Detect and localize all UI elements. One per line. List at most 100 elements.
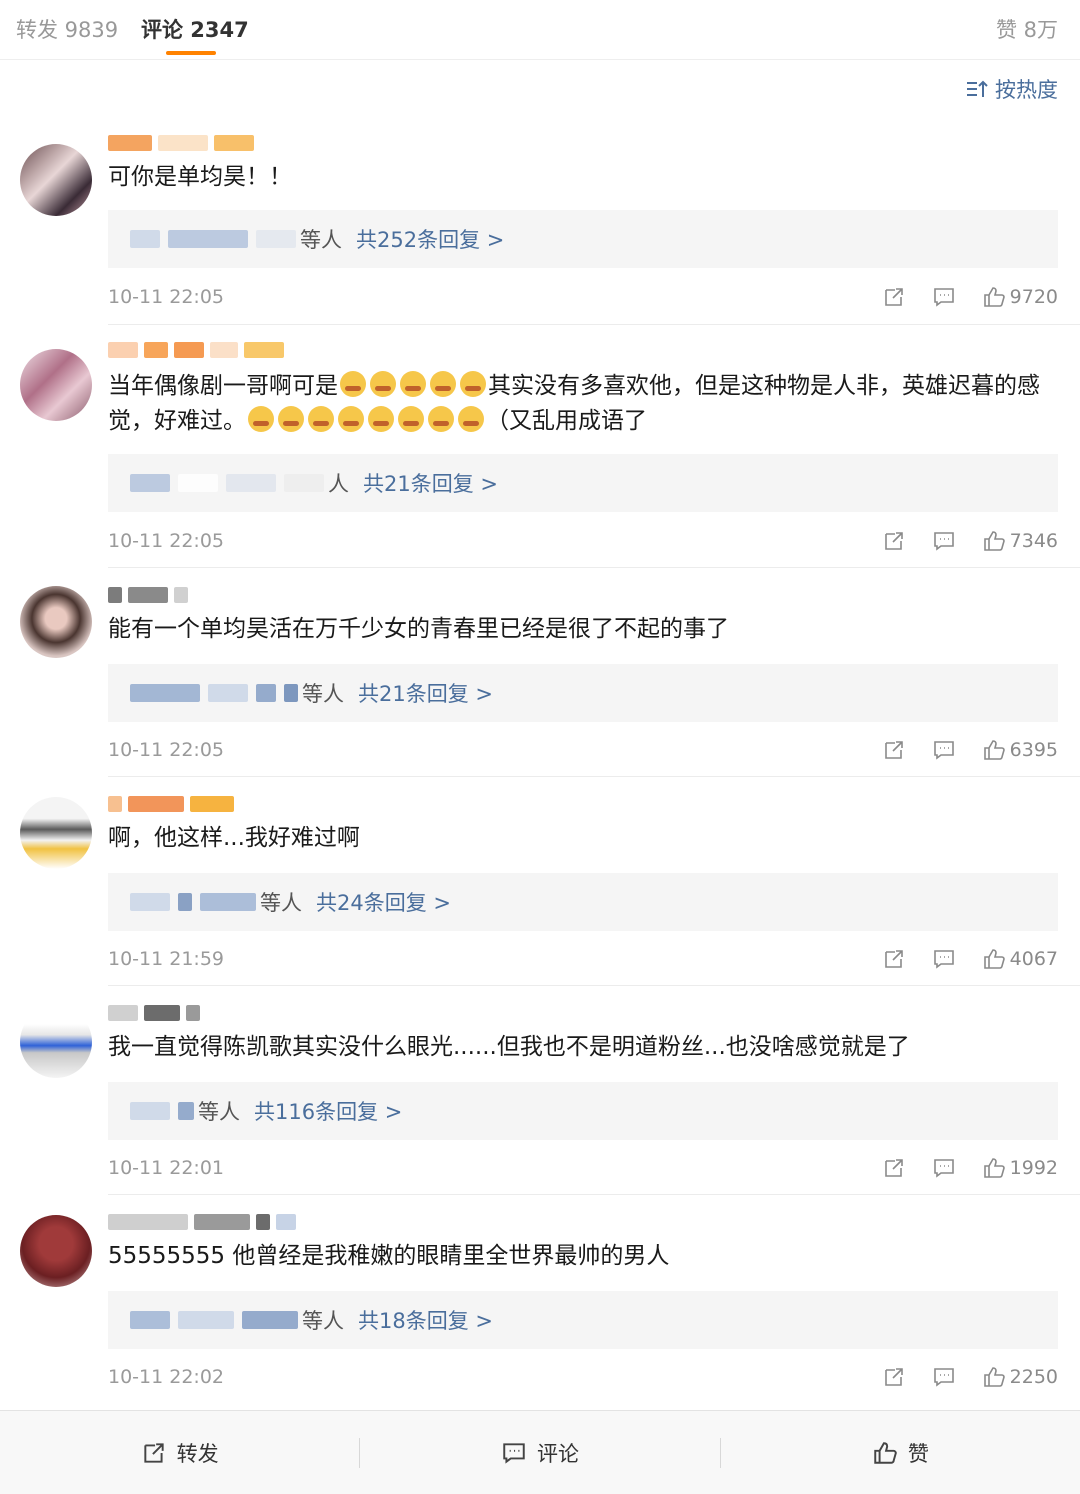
like-button[interactable]: 4067 [982,947,1058,971]
crying-emoji-icon [278,406,304,432]
repost-icon [144,1442,164,1463]
avatar[interactable] [20,797,92,869]
crying-emoji-icon [308,406,334,432]
repost-icon[interactable] [882,947,906,971]
comment-item: 啊，他这样...我好难过啊 等人 共24条回复 > 10-11 21:59 40… [0,777,1080,986]
like-button[interactable]: 6395 [982,738,1058,762]
repost-icon[interactable] [882,738,906,762]
like-button[interactable]: 9720 [982,285,1058,309]
reply-by: 等人 [300,228,342,252]
active-tab-indicator [166,51,216,55]
tab-likes[interactable]: 赞 8万 [996,14,1058,44]
repost-icon[interactable] [882,529,906,553]
like-count: 1992 [1009,1157,1058,1179]
comment-icon [503,1442,525,1464]
thumbs-up-icon [983,287,1005,307]
comment-icon[interactable] [932,529,956,553]
comment-time: 10-11 22:05 [108,530,225,552]
reply-count-link[interactable]: 共21条回复 > [363,468,498,498]
avatar[interactable] [20,1215,92,1287]
username-blurred[interactable] [108,1000,200,1026]
reply-count-link[interactable]: 共18条回复 > [358,1305,493,1335]
comment-meta: 10-11 22:02 2250 [108,1363,1058,1391]
username-blurred[interactable] [108,1209,296,1235]
avatar[interactable] [20,144,92,216]
like-button[interactable]: 1992 [982,1156,1058,1180]
reply-summary[interactable]: 等人 共21条回复 > [108,664,1058,722]
username-blurred[interactable] [108,337,284,363]
comment-icon[interactable] [932,947,956,971]
reply-summary[interactable]: 等人 共24条回复 > [108,873,1058,931]
like-count: 7346 [1009,530,1058,552]
reply-count-link[interactable]: 共21条回复 > [358,678,493,708]
thumbs-up-icon [983,531,1005,551]
reply-names-blurred [130,474,324,492]
reply-by: 等人 [260,891,302,915]
repost-icon[interactable] [882,285,906,309]
comment-item: 能有一个单均昊活在万千少女的青春里已经是很了不起的事了 等人 共21条回复 > … [0,568,1080,777]
comment-meta: 10-11 22:01 1992 [108,1154,1058,1182]
reply-names-blurred [130,684,298,702]
comment-meta: 10-11 22:05 6395 [108,736,1058,764]
comment-icon[interactable] [932,1156,956,1180]
comment-time: 10-11 22:05 [108,286,225,308]
repost-icon[interactable] [882,1365,906,1389]
bottom-comment-label: 评论 [536,1441,579,1466]
comment-text: 能有一个单均昊活在万千少女的青春里已经是很了不起的事了 [108,616,729,642]
crying-emoji-icon [430,371,456,397]
comment-text: 可你是单均昊！！ [108,164,292,190]
crying-emoji-icon [458,406,484,432]
tab-repost[interactable]: 转发 9839 [16,14,118,44]
username-blurred[interactable] [108,791,234,817]
crying-emoji-icon [398,406,424,432]
comment-text-a: 当年偶像剧一哥啊可是 [108,373,338,399]
comment-text: 当年偶像剧一哥啊可是 其实没有多喜欢他，但是这种物是人非，英雄迟暮的感觉，好难过。… [108,369,1050,439]
reply-summary[interactable]: 等人 共18条回复 > [108,1291,1058,1349]
crying-emoji-icon [338,406,364,432]
comment-meta: 10-11 22:05 7346 [108,527,1058,555]
comment-item: 我一直觉得陈凯歌其实没什么眼光......但我也不是明道粉丝...也没啥感觉就是… [0,986,1080,1195]
like-count: 2250 [1009,1366,1058,1388]
comment-item: 55555555 他曾经是我稚嫩的眼睛里全世界最帅的男人 等人 共18条回复 >… [0,1195,1080,1405]
username-blurred[interactable] [108,582,188,608]
like-button[interactable]: 2250 [982,1365,1058,1389]
comment-text-c: （又乱用成语了 [486,408,647,434]
comment-icon[interactable] [932,285,956,309]
avatar[interactable] [20,349,92,421]
repost-icon[interactable] [882,1156,906,1180]
avatar[interactable] [20,1006,92,1078]
comment-item: 可你是单均昊！！ 等人 共252条回复 > 10-11 22:05 9720 [0,120,1080,325]
thumbs-up-icon [983,949,1005,969]
reply-by: 等人 [302,682,344,706]
reply-summary[interactable]: 人 共21条回复 > [108,454,1058,512]
username-blurred[interactable] [108,130,254,156]
thumbs-up-icon [874,1441,897,1464]
crying-emoji-icon [248,406,274,432]
bottom-comment-button[interactable]: 评论 [360,1438,719,1468]
like-count: 6395 [1009,739,1058,761]
like-button[interactable]: 7346 [982,529,1058,553]
like-count: 4067 [1009,948,1058,970]
sort-button[interactable]: 按热度 [965,74,1058,104]
thumbs-up-icon [983,1158,1005,1178]
crying-emoji-icon [400,371,426,397]
comment-icon[interactable] [932,1365,956,1389]
reply-count-link[interactable]: 共116条回复 > [254,1096,402,1126]
crying-emoji-icon [428,406,454,432]
crying-emoji-icon [460,371,486,397]
reply-count-link[interactable]: 共252条回复 > [356,224,504,254]
comment-text: 啊，他这样...我好难过啊 [108,825,360,851]
comment-time: 10-11 21:59 [108,948,225,970]
reply-names-blurred [130,893,256,911]
bottom-like-button[interactable]: 赞 [721,1438,1080,1468]
tab-comments[interactable]: 评论 2347 [141,14,249,44]
comment-icon[interactable] [932,738,956,762]
reply-count-link[interactable]: 共24条回复 > [316,887,451,917]
reply-summary[interactable]: 等人 共252条回复 > [108,210,1058,268]
comment-time: 10-11 22:02 [108,1366,225,1388]
reply-summary[interactable]: 等人 共116条回复 > [108,1082,1058,1140]
crying-emoji-icon [368,406,394,432]
avatar[interactable] [20,586,92,658]
bottom-repost-button[interactable]: 转发 [0,1438,359,1468]
like-count: 9720 [1009,286,1058,308]
